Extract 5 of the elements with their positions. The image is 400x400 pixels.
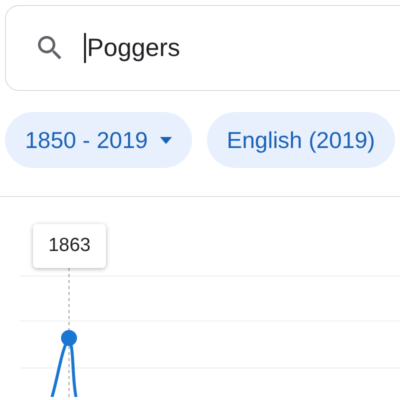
chart-tooltip: 1863 — [33, 224, 106, 268]
filter-chip[interactable]: 1850 - 2019 — [5, 112, 192, 168]
filter-chip[interactable]: English (2019) — [206, 112, 396, 168]
search-field[interactable]: Poggers — [5, 5, 400, 91]
search-text: Poggers — [87, 34, 180, 62]
